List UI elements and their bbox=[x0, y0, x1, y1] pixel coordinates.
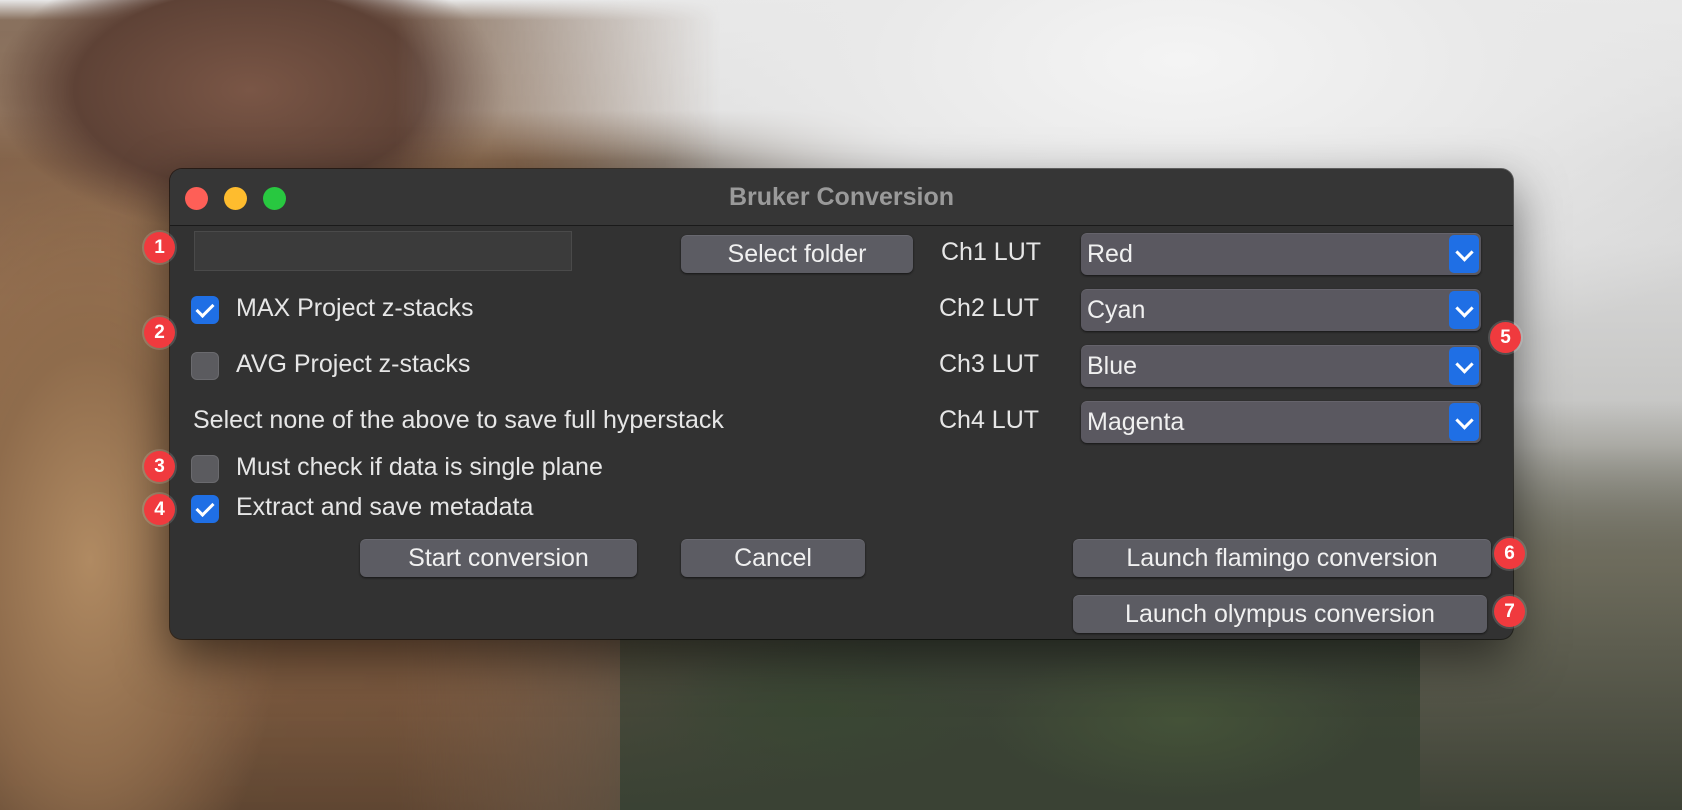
start-conversion-button[interactable]: Start conversion bbox=[360, 539, 637, 577]
chevron-down-icon bbox=[1449, 347, 1479, 385]
chevron-down-icon bbox=[1449, 403, 1479, 441]
select-folder-button[interactable]: Select folder bbox=[681, 235, 913, 273]
annotation-badge-2: 2 bbox=[144, 317, 175, 348]
annotation-badge-1: 1 bbox=[144, 232, 175, 263]
single-plane-label: Must check if data is single plane bbox=[236, 453, 603, 481]
ch1-lut-select[interactable]: Red bbox=[1081, 233, 1481, 275]
ch1-lut-label: Ch1 LUT bbox=[941, 238, 1042, 266]
ch3-lut-select[interactable]: Blue bbox=[1081, 345, 1481, 387]
max-project-checkbox[interactable] bbox=[191, 296, 219, 324]
ch1-lut-value: Red bbox=[1087, 240, 1133, 268]
annotation-badge-7: 7 bbox=[1494, 596, 1525, 627]
ch2-lut-value: Cyan bbox=[1087, 296, 1146, 324]
ch4-lut-label: Ch4 LUT bbox=[939, 406, 1040, 434]
ch2-lut-select[interactable]: Cyan bbox=[1081, 289, 1481, 331]
window-title: Bruker Conversion bbox=[728, 183, 955, 211]
single-plane-checkbox[interactable] bbox=[191, 455, 219, 483]
bruker-conversion-window: Bruker Conversion Select folder MAX Proj… bbox=[170, 169, 1513, 639]
metadata-checkbox[interactable] bbox=[191, 495, 219, 523]
metadata-label: Extract and save metadata bbox=[236, 493, 534, 521]
chevron-down-icon bbox=[1449, 291, 1479, 329]
title-bar[interactable]: Bruker Conversion bbox=[170, 169, 1513, 226]
ch2-lut-label: Ch2 LUT bbox=[939, 294, 1040, 322]
launch-flamingo-button[interactable]: Launch flamingo conversion bbox=[1073, 539, 1491, 577]
max-project-label: MAX Project z-stacks bbox=[236, 294, 474, 322]
annotation-badge-4: 4 bbox=[144, 494, 175, 525]
avg-project-label: AVG Project z-stacks bbox=[236, 350, 471, 378]
ch3-lut-label: Ch3 LUT bbox=[939, 350, 1040, 378]
ch4-lut-value: Magenta bbox=[1087, 408, 1185, 436]
hyperstack-hint: Select none of the above to save full hy… bbox=[193, 406, 724, 434]
folder-path-input[interactable] bbox=[194, 231, 572, 271]
cancel-button[interactable]: Cancel bbox=[681, 539, 865, 577]
ch4-lut-select[interactable]: Magenta bbox=[1081, 401, 1481, 443]
annotation-badge-6: 6 bbox=[1494, 538, 1525, 569]
ch3-lut-value: Blue bbox=[1087, 352, 1138, 380]
launch-olympus-button[interactable]: Launch olympus conversion bbox=[1073, 595, 1487, 633]
annotation-badge-3: 3 bbox=[144, 451, 175, 482]
chevron-down-icon bbox=[1449, 235, 1479, 273]
annotation-badge-5: 5 bbox=[1490, 322, 1521, 353]
avg-project-checkbox[interactable] bbox=[191, 352, 219, 380]
